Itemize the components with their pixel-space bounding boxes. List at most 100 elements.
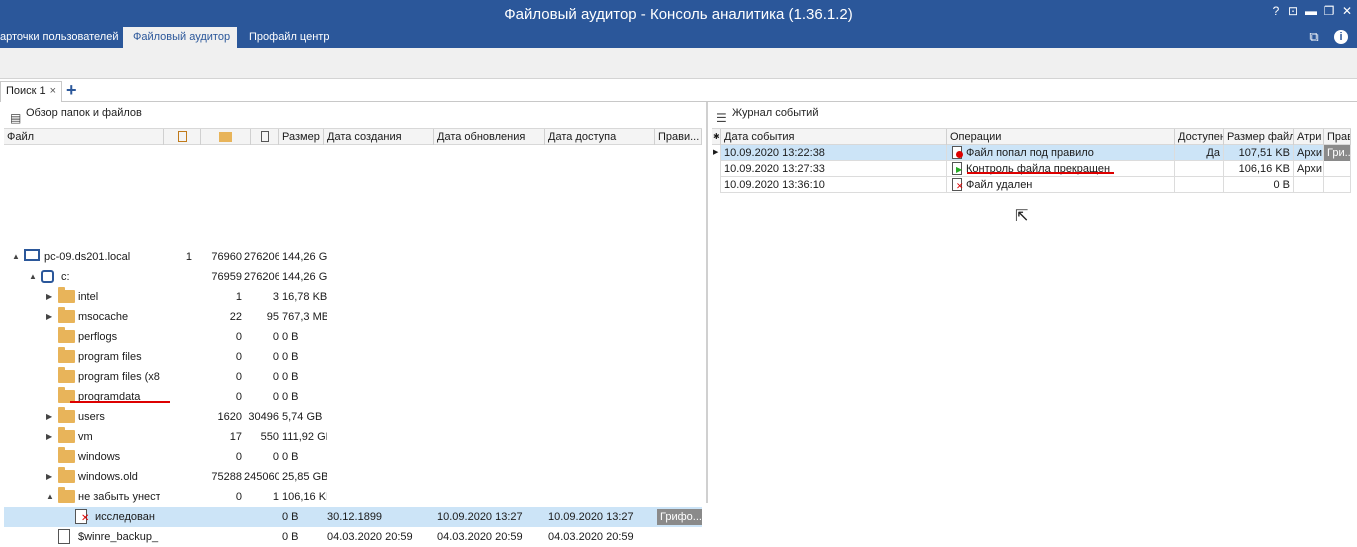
col-size[interactable]: Размер [279, 129, 324, 145]
col-rule[interactable]: Прави... [655, 129, 702, 145]
stop-file-icon: ▶ [952, 162, 962, 175]
expand-arrow-icon[interactable]: ▶ [46, 307, 52, 327]
deleted-file-icon: ✕ [952, 178, 962, 191]
tree-row-program-files-x86[interactable]: program files (x8000 B [4, 367, 702, 387]
cell-size: 5,74 GB [282, 407, 327, 427]
col-file[interactable]: Файл [4, 129, 164, 145]
cell-c2: 0 [197, 447, 242, 467]
tab-search-1-label: Поиск 1 [6, 85, 46, 97]
restore-layout-icon[interactable]: ⊡ [1285, 4, 1301, 18]
cell-accessed [548, 447, 656, 467]
col-created[interactable]: Дата создания [324, 129, 434, 145]
item-name: pc-09.ds201.local [44, 247, 160, 267]
event-cell-date: 10.09.2020 13:36:10 [721, 177, 947, 193]
event-cell-avail [1175, 161, 1224, 177]
event-cell-op: Файл удален [947, 177, 1175, 193]
col-event-date[interactable]: Дата события [721, 129, 947, 145]
cell-c1 [167, 407, 192, 427]
item-name: windows [78, 447, 160, 467]
row-selector[interactable]: ▶ [712, 145, 721, 161]
minimize-icon[interactable]: ▬ [1303, 4, 1319, 18]
col-accessed[interactable]: Дата доступа [545, 129, 655, 145]
close-icon[interactable]: ✕ [1339, 4, 1355, 18]
event-cell-size: 106,16 KB [1224, 161, 1294, 177]
cell-c1 [167, 307, 192, 327]
event-cell-attr [1294, 177, 1324, 193]
cell-size: 16,78 KB [282, 287, 327, 307]
tab-user-cards[interactable]: арточки пользователей [0, 27, 114, 48]
tab-file-auditor[interactable]: Файловый аудитор [123, 27, 237, 48]
col-count-icon[interactable] [164, 129, 201, 145]
rule-file-icon [952, 146, 962, 159]
event-row[interactable]: 10.09.2020 13:36:10Файл удален0 B✕ [712, 177, 1351, 193]
cell-c2: 1620 [197, 407, 242, 427]
tree-row-windows[interactable]: windows000 B [4, 447, 702, 467]
col-files-icon[interactable] [251, 129, 279, 145]
tree-row-program-files[interactable]: program files000 B [4, 347, 702, 367]
close-tab-icon[interactable]: × [50, 82, 56, 101]
computer-icon [24, 249, 40, 261]
tree-row-intel[interactable]: ▶intel1316,78 KB [4, 287, 702, 307]
cell-updated [437, 327, 545, 347]
tree-row-users[interactable]: ▶users1620304965,74 GB [4, 407, 702, 427]
cell-accessed [548, 407, 656, 427]
cubes-icon[interactable]: ⧉ [1306, 30, 1322, 44]
list-icon: ☰ [716, 107, 727, 129]
tree-row-pc[interactable]: ▲pc-09.ds201.local176960276206144,26 GE [4, 247, 702, 267]
expand-arrow-icon[interactable]: ▶ [46, 467, 52, 487]
expand-arrow-icon[interactable]: ▶ [46, 427, 52, 447]
info-icon[interactable]: i [1334, 30, 1348, 44]
expand-arrow-icon[interactable]: ▶ [46, 407, 52, 427]
cell-c3: 550 [244, 427, 279, 447]
tab-profile-center[interactable]: Профайл центр [239, 27, 339, 48]
add-tab-button[interactable]: + [66, 79, 77, 101]
tree-row-perflogs[interactable]: perflogs000 B [4, 327, 702, 347]
event-row[interactable]: 10.09.2020 13:27:33Контроль файла прекра… [712, 161, 1351, 177]
expand-arrow-icon[interactable]: ▲ [46, 487, 54, 507]
tree-row-drive[interactable]: ▲c:76959276206144,26 GE [4, 267, 702, 287]
cell-c2: 22 [197, 307, 242, 327]
cell-updated [437, 287, 545, 307]
cell-updated [437, 387, 545, 407]
cell-c3: 0 [244, 447, 279, 467]
cell-updated [437, 487, 545, 507]
tree-row-issledovan[interactable]: ✕исследован0 B30.12.189910.09.2020 13:27… [4, 507, 702, 527]
expand-arrow-icon[interactable]: ▶ [46, 287, 52, 307]
tree-row-msocache[interactable]: ▶msocache2295767,3 MB [4, 307, 702, 327]
tree-row-programdata[interactable]: programdata000 B [4, 387, 702, 407]
expand-arrow-icon[interactable]: ▲ [29, 267, 37, 287]
tree-row-vm[interactable]: ▶vm17550111,92 GE [4, 427, 702, 447]
col-updated[interactable]: Дата обновления [434, 129, 545, 145]
row-selector[interactable] [712, 161, 721, 177]
col-attributes[interactable]: Атри [1294, 129, 1324, 145]
event-row[interactable]: ▶10.09.2020 13:22:38Файл попал под прави… [712, 145, 1351, 161]
cell-accessed: 10.09.2020 13:27 [548, 507, 656, 527]
tree-row-ne-zabyt[interactable]: ▲не забыть унест01106,16 KE [4, 487, 702, 507]
col-file-size[interactable]: Размер файла [1224, 129, 1294, 145]
cell-updated [437, 427, 545, 447]
row-selector[interactable] [712, 177, 721, 193]
rule-badge[interactable]: Грифо... [657, 509, 702, 525]
cell-updated [437, 447, 545, 467]
cell-c1 [167, 467, 192, 487]
event-cell-size: 107,51 KB [1224, 145, 1294, 161]
cell-accessed [548, 427, 656, 447]
tree-row-winre-backup[interactable]: $winre_backup_0 B04.03.2020 20:5904.03.2… [4, 527, 702, 547]
cell-created [327, 347, 435, 367]
cell-c2 [197, 507, 242, 527]
expand-arrow-icon[interactable]: ▲ [12, 247, 20, 267]
col-available[interactable]: Доступен [1175, 129, 1224, 145]
cell-accessed [548, 307, 656, 327]
tree-row-windows-old[interactable]: ▶windows.old7528824506025,85 GB [4, 467, 702, 487]
help-icon[interactable]: ? [1268, 4, 1284, 18]
event-cell-attr: Архи [1294, 145, 1324, 161]
tab-search-1[interactable]: Поиск 1 × [0, 81, 62, 102]
col-rights[interactable]: Прав [1324, 129, 1351, 145]
cell-c3: 276206 [244, 247, 279, 267]
cell-created [327, 287, 435, 307]
cell-c2: 76960 [197, 247, 242, 267]
col-operations[interactable]: Операции [947, 129, 1175, 145]
cell-updated [437, 307, 545, 327]
col-folders-icon[interactable] [201, 129, 251, 145]
maximize-icon[interactable]: ❐ [1321, 4, 1337, 18]
